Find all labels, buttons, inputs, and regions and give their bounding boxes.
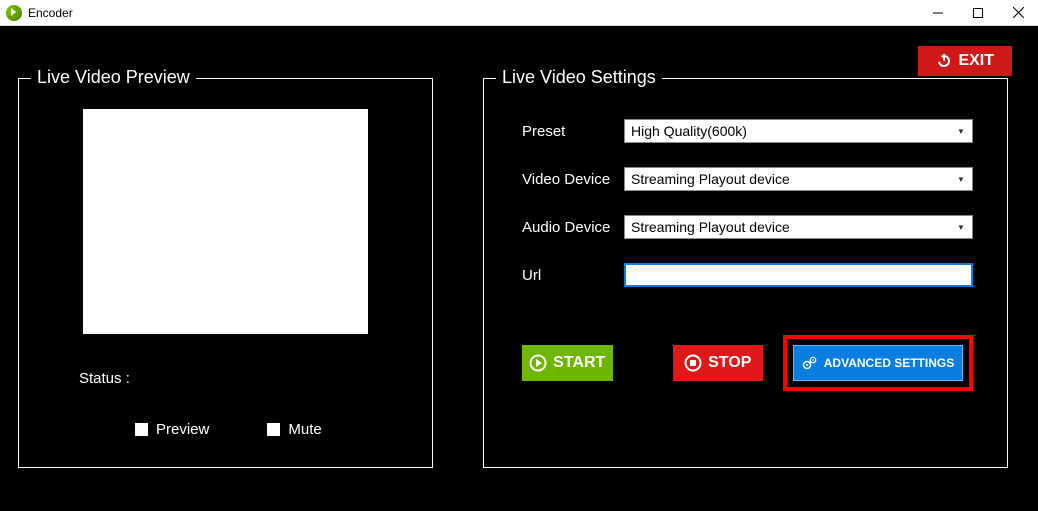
minimize-button[interactable] [918,0,958,26]
app-body: EXIT Live Video Preview Status : Preview… [0,26,1038,511]
settings-legend: Live Video Settings [496,67,662,88]
video-device-row: Video Device Streaming Playout device ▼ [504,167,987,191]
audio-device-value: Streaming Playout device [631,219,790,235]
preset-value: High Quality(600k) [631,123,747,139]
checkbox-box-icon [267,423,280,436]
url-row: Url [504,263,987,287]
url-input[interactable] [624,263,973,287]
settings-fieldset: Live Video Settings Preset High Quality(… [483,78,1008,468]
preset-dropdown[interactable]: High Quality(600k) ▼ [624,119,973,143]
video-device-value: Streaming Playout device [631,171,790,187]
close-button[interactable] [998,0,1038,26]
window-title: Encoder [28,6,73,20]
stop-label: STOP [708,354,751,372]
play-circle-icon [529,354,547,372]
mute-checkbox-label: Mute [288,421,321,438]
button-row: START STOP [504,335,987,391]
url-label: Url [504,267,624,284]
mute-checkbox[interactable]: Mute [267,421,321,438]
preview-checkbox[interactable]: Preview [135,421,209,438]
gears-icon [802,355,818,371]
video-device-dropdown[interactable]: Streaming Playout device ▼ [624,167,973,191]
audio-device-dropdown[interactable]: Streaming Playout device ▼ [624,215,973,239]
advanced-label: ADVANCED SETTINGS [824,356,954,370]
start-label: START [553,354,605,372]
advanced-settings-button[interactable]: ADVANCED SETTINGS [793,345,963,381]
checkbox-row: Preview Mute [135,421,412,438]
chevron-down-icon: ▼ [954,175,968,184]
preset-row: Preset High Quality(600k) ▼ [504,119,987,143]
stop-circle-icon [684,354,702,372]
preview-checkbox-label: Preview [156,421,209,438]
exit-button[interactable]: EXIT [918,46,1012,76]
start-button[interactable]: START [522,345,613,381]
preset-label: Preset [504,123,624,140]
preview-fieldset: Live Video Preview Status : Preview Mute [18,78,433,468]
content-row: Live Video Preview Status : Preview Mute… [18,78,1020,468]
titlebar: Encoder [0,0,1038,26]
titlebar-left: Encoder [0,5,73,21]
exit-label: EXIT [958,52,994,70]
power-icon [936,53,952,69]
chevron-down-icon: ▼ [954,223,968,232]
advanced-highlight: ADVANCED SETTINGS [783,335,973,391]
checkbox-box-icon [135,423,148,436]
status-label: Status : [79,370,130,387]
stop-button[interactable]: STOP [673,345,764,381]
app-icon [6,5,22,21]
maximize-button[interactable] [958,0,998,26]
audio-device-row: Audio Device Streaming Playout device ▼ [504,215,987,239]
audio-device-label: Audio Device [504,219,624,236]
chevron-down-icon: ▼ [954,127,968,136]
video-preview-area [83,109,368,334]
window-controls [918,0,1038,26]
video-device-label: Video Device [504,171,624,188]
preview-legend: Live Video Preview [31,67,196,88]
status-row: Status : [79,370,412,387]
